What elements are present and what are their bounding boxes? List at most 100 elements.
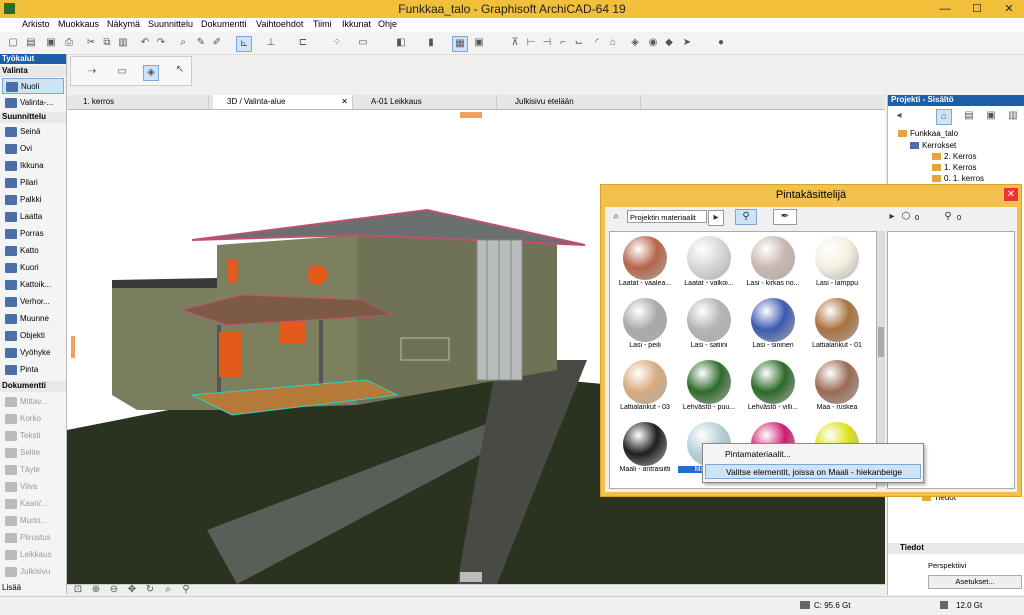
suspend-groups-icon[interactable]: ⊏	[296, 36, 310, 50]
tool-design_items-14[interactable]: Pinta	[2, 362, 64, 378]
section-design[interactable]: Suunnittelu	[0, 112, 66, 123]
pen-icon[interactable]: ▮	[424, 36, 438, 50]
material-tile[interactable]: Lehvästö - villi...	[742, 358, 804, 420]
menu-dokumentti[interactable]: Dokumentti	[201, 19, 247, 29]
offset-icon[interactable]: ⌐	[556, 36, 570, 50]
paste-icon[interactable]: ▥	[116, 36, 130, 50]
bim-server-icon[interactable]: ●	[714, 36, 728, 50]
tool-design_items-8[interactable]: Kuori	[2, 260, 64, 276]
tree-story-0[interactable]: 0. 1. kerros	[932, 174, 984, 183]
navigator-header[interactable]: Projekti - Sisältö	[888, 95, 1024, 106]
find-icon[interactable]: ⌕	[176, 36, 190, 50]
tool-design_items-10[interactable]: Verhor...	[2, 294, 64, 310]
tool-doc_items-5[interactable]: Viiva	[2, 479, 64, 495]
tab-floor-plan[interactable]: 1. kerros	[69, 95, 209, 109]
tab-section[interactable]: A-01 Leikkaus	[357, 95, 497, 109]
section-select[interactable]: Valinta	[0, 66, 66, 77]
tool-design_items-9[interactable]: Kattoik...	[2, 277, 64, 293]
rect-select-icon[interactable]: ▭	[115, 65, 129, 79]
tab-elevation[interactable]: Julkisivu etelään	[501, 95, 641, 109]
maximize-button[interactable]: ☐	[962, 0, 992, 18]
tab-close-icon[interactable]: ✕	[341, 95, 348, 109]
menu-tiimi[interactable]: Tiimi	[313, 19, 332, 29]
tool-doc_items-4[interactable]: Täyte	[2, 462, 64, 478]
section-document[interactable]: Dokumentti	[0, 381, 66, 392]
redo-icon[interactable]: ↷	[154, 36, 168, 50]
tool-design_items-6[interactable]: Porras	[2, 226, 64, 242]
tool-doc_items-1[interactable]: Korko	[2, 411, 64, 427]
open-folder-icon[interactable]: ▤	[24, 36, 38, 50]
eyedropper-tool-icon[interactable]: ✒	[773, 209, 797, 225]
tool-doc_items-2[interactable]: Teksti	[2, 428, 64, 444]
layer-icon[interactable]: ◧	[394, 36, 408, 50]
tab-3d[interactable]: 3D / Valinta-alue ✕	[213, 95, 353, 109]
pick-material-icon[interactable]: ⚲	[735, 209, 757, 225]
settings-button[interactable]: Asetukset...	[928, 575, 1022, 589]
menu-suunnittelu[interactable]: Suunnittelu	[148, 19, 193, 29]
grid-snap-icon[interactable]: ⁘	[330, 36, 344, 50]
zoom-in-icon[interactable]: ⊕	[89, 583, 103, 597]
material-tile[interactable]: Maali - antrasiitti	[614, 420, 676, 482]
tool-doc_items-7[interactable]: Murto...	[2, 513, 64, 529]
teamwork-icon[interactable]: ◉	[646, 36, 660, 50]
trim-icon[interactable]: ⊼	[508, 36, 522, 50]
tool-arrow[interactable]: Nuoli	[2, 78, 64, 94]
view-handle-left[interactable]	[71, 336, 75, 358]
zoom-window-icon[interactable]: ⌕	[161, 583, 175, 597]
back-icon[interactable]: ◂	[892, 109, 906, 123]
save-icon[interactable]: ▣	[44, 36, 58, 50]
tool-design_items-3[interactable]: Pilari	[2, 175, 64, 191]
material-tile[interactable]: Laatat - valkoi...	[678, 234, 740, 296]
tool-doc_items-0[interactable]: Mittav...	[2, 394, 64, 410]
menu-surface-materials[interactable]: Pintamateriaalit...	[705, 447, 921, 462]
painter-close-icon[interactable]: ✕	[1004, 188, 1018, 201]
inject-icon[interactable]: ✐	[210, 36, 224, 50]
material-tile[interactable]: Lasi - lamppu	[806, 234, 868, 296]
copy-icon[interactable]: ⧉	[100, 36, 114, 50]
tool-doc_items-3[interactable]: Selite	[2, 445, 64, 461]
close-button[interactable]: ✕	[994, 0, 1024, 18]
material-tile[interactable]: Lasi - peili	[614, 296, 676, 358]
material-tile[interactable]: Lasi - satiini	[678, 296, 740, 358]
new-file-icon[interactable]: ▢	[6, 36, 20, 50]
tree-story-1[interactable]: 1. Kerros	[932, 163, 976, 172]
tool-design_items-1[interactable]: Ovi	[2, 141, 64, 157]
wall-layout-icon[interactable]: ▭	[356, 36, 370, 50]
material-search-input[interactable]: Projektin materiaalit	[627, 210, 707, 223]
view-handle-top[interactable]	[460, 112, 482, 118]
tool-doc_items-10[interactable]: Julkisivu	[2, 564, 64, 580]
tool-design_items-7[interactable]: Katto	[2, 243, 64, 259]
tool-design_items-11[interactable]: Muunne	[2, 311, 64, 327]
tree-stories[interactable]: Kerrokset	[910, 141, 956, 150]
menu-nakyma[interactable]: Näkymä	[107, 19, 140, 29]
eyedropper-icon[interactable]: ✎	[194, 36, 208, 50]
material-tile[interactable]: Lasi - kirkas no...	[742, 234, 804, 296]
pan-icon[interactable]: ✥	[125, 583, 139, 597]
more-tools[interactable]: Lisää	[2, 582, 64, 594]
minimize-button[interactable]: —	[930, 0, 960, 18]
material-tile[interactable]: Lehvästö - puu...	[678, 358, 740, 420]
tool-marquee[interactable]: Valinta-...	[2, 95, 64, 111]
material-tile[interactable]: Lattialankut - 01	[806, 296, 868, 358]
tool-design_items-13[interactable]: Vyöhyke	[2, 345, 64, 361]
fit-window-icon[interactable]: ⊡	[71, 583, 85, 597]
toolbox-header[interactable]: Työkalut	[0, 54, 66, 64]
home-icon[interactable]: ⌂	[606, 36, 620, 50]
intersect-icon[interactable]: ⊢	[524, 36, 538, 50]
snap-guides-icon[interactable]: ⊾	[236, 36, 252, 52]
fillet-icon[interactable]: ◜	[590, 36, 604, 50]
tree-project[interactable]: Funkkaa_talo	[898, 129, 958, 138]
search-next-icon[interactable]: ▸	[708, 210, 724, 226]
view-map-icon[interactable]: ▤	[962, 109, 976, 123]
material-tile[interactable]: Maa - ruskea	[806, 358, 868, 420]
zoom-out-icon[interactable]: ⊖	[107, 583, 121, 597]
publish-icon[interactable]: ◆	[662, 36, 676, 50]
explore-icon[interactable]: ⚲	[179, 583, 193, 597]
gravity-icon[interactable]: ⊥	[264, 36, 278, 50]
layout-book-icon[interactable]: ▣	[984, 109, 998, 123]
material-tile[interactable]: Lattialankut - 03	[614, 358, 676, 420]
tool-design_items-5[interactable]: Laatta	[2, 209, 64, 225]
publisher-icon[interactable]: ▥	[1006, 109, 1020, 123]
tool-doc_items-8[interactable]: Piirustus	[2, 530, 64, 546]
tool-design_items-0[interactable]: Seinä	[2, 124, 64, 140]
